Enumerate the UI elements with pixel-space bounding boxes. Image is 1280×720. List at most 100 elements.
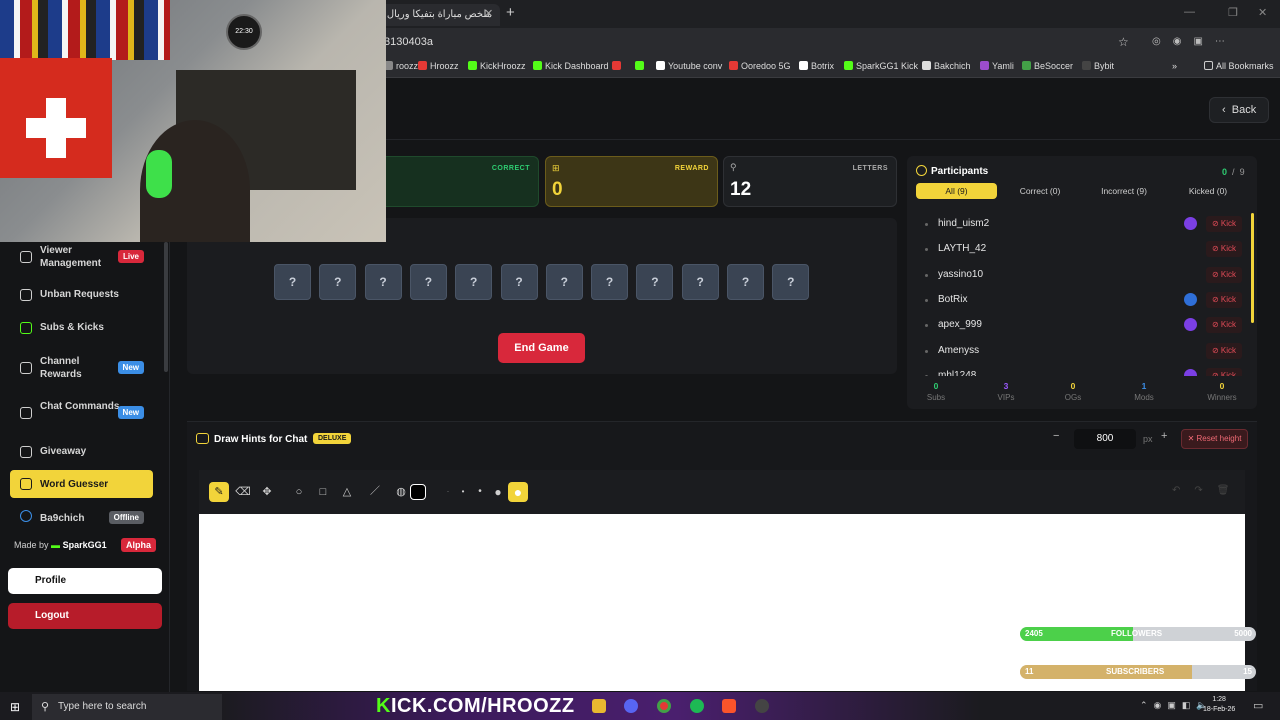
search-icon: ⚲ [41,701,50,713]
height-input[interactable]: 800 [1074,429,1136,449]
followers-goal-bar: 2405 FOLLOWERS 5000 [1020,627,1256,641]
bullet [925,273,928,277]
participant-name: mhl1248 [938,369,977,376]
sidebar-badge: New [117,406,144,419]
command-icon [20,407,32,419]
taskbar-clock[interactable]: 1:28 18-Feb-26 [1203,695,1235,715]
participant-name: Amenyss [938,344,980,356]
move-icon[interactable]: ✥ [257,482,277,502]
profile-button[interactable]: Profile [8,568,162,594]
bullet [925,349,928,353]
kick-button[interactable]: ⊘ Kick [1206,241,1242,258]
ban-icon: ⊘ [1211,320,1221,330]
close-icon: ✕ [1187,434,1197,443]
sidebar-item-word-guesser[interactable]: Word Guesser [10,470,153,498]
triangle-icon[interactable]: △ [337,482,357,502]
sidebar-item-chat-commands[interactable]: Chat Commands New [12,400,154,426]
ban-icon: ⊘ [1211,294,1221,304]
spotify-icon[interactable] [690,699,704,713]
pencil-icon[interactable]: ✎ [209,482,229,502]
circle-icon[interactable]: ○ [289,482,309,502]
size-4[interactable]: ● [488,482,508,502]
ban-icon: ⊘ [1211,370,1221,376]
sidebar-item-label: Word Guesser [40,479,109,490]
role-badge-icon [1184,368,1197,376]
taskbar-search[interactable]: Type here to search [32,694,222,720]
stat-label: Subs [926,393,946,402]
subscribers-current: 11 [1025,667,1034,676]
draw-hints-title: Draw Hints for Chat [214,434,308,445]
participant-name: LAYTH_42 [938,243,987,255]
eraser-icon[interactable]: ⌫ [233,482,253,502]
size-3[interactable]: • [470,482,490,502]
stat-label: Mods [1134,393,1154,402]
sidebar-item-ba9chich[interactable]: Ba9chich Offline [12,509,154,527]
increase-height-button[interactable]: + [1161,430,1167,442]
kick-button[interactable]: ⊘ Kick [1206,266,1242,283]
kick-label: Kick [1220,320,1237,330]
file-explorer-icon[interactable] [592,699,606,713]
kick-button[interactable]: ⊘ Kick [1206,367,1242,376]
swiss-flag [0,58,112,178]
app-icon[interactable] [624,699,638,713]
kick-label: Kick [1220,345,1237,355]
size-5[interactable]: ● [508,482,528,502]
reset-height-button[interactable]: ✕ Reset height [1181,429,1248,449]
sidebar-item-label: Giveaway [40,446,87,457]
stat-value: 0 [1219,381,1225,391]
bullet [925,374,928,376]
wall-clock: 22:30 [226,14,262,50]
made-by: Made by ▬ SparkGG1 [14,540,107,550]
webcam-overlay: 22:30 [0,0,386,242]
kick-button[interactable]: ⊘ Kick [1206,342,1242,359]
participant-stat-mods: 1 Mods [1114,381,1174,402]
windows-start-icon[interactable]: ⊞ [10,700,20,714]
gamepad-icon [196,433,209,444]
bullet [925,223,928,226]
participant-row: yassino10 ⊘ Kick [916,264,1242,288]
subscribers-goal: 15 [1243,667,1252,676]
brave-icon[interactable] [722,699,736,713]
headset [146,150,172,198]
palette-icon[interactable]: ◍ [391,482,411,502]
ban-icon: ⊘ [1211,345,1221,355]
participant-stat-winners: 0 Winners [1192,381,1252,402]
subscribers-goal-bar: 11 SUBSCRIBERS 15 [1020,665,1256,679]
kick-label: Kick [1220,244,1237,254]
line-icon[interactable]: ／ [365,482,385,502]
followers-label: FOLLOWERS [1111,629,1163,638]
gift-icon [20,446,32,458]
stat-value: 3 [1003,381,1009,391]
participant-row: BotRix ⊘ Kick [916,289,1242,313]
color-swatch[interactable]: □ [410,484,426,500]
kick-label: Kick [1220,370,1237,376]
bullet [925,298,928,302]
participant-stat-vips: 3 VIPs [976,381,1036,402]
stat-value: 1 [1141,381,1147,391]
chrome-icon[interactable] [657,699,671,713]
participant-name: apex_999 [938,319,982,331]
square-icon[interactable]: □ [313,482,333,502]
kick-button[interactable]: ⊘ Kick [1206,291,1242,308]
participant-name: hind_uism2 [938,218,990,229]
ban-icon: ⊘ [1211,244,1221,254]
participant-name: yassino10 [938,268,984,280]
decrease-height-button[interactable]: − [1053,430,1059,442]
stat-label: VIPs [997,393,1015,402]
kick-button[interactable]: ⊘ Kick [1206,317,1242,334]
notifications-icon[interactable]: ▭ [1253,699,1263,712]
ban-icon: ⊘ [1211,219,1221,228]
kick-button[interactable]: ⊘ Kick [1206,216,1242,232]
word-icon [20,478,32,490]
participant-row: mhl1248 ⊘ Kick [916,365,1242,376]
sidebar-item-giveaway[interactable]: Giveaway [12,445,154,459]
logout-button[interactable]: Logout [8,603,162,629]
participant-row: Amenyss ⊘ Kick [916,340,1242,364]
kick-label: Kick [1220,269,1237,279]
obs-icon[interactable] [755,699,769,713]
bullet [925,324,928,328]
undo-redo-clear-icons[interactable]: ↶↷🗑 [1172,485,1243,496]
participants-scrollbar[interactable] [1251,213,1254,323]
deluxe-badge: DELUXE [313,433,352,444]
sidebar-item-label: Chat Commands [40,401,120,412]
